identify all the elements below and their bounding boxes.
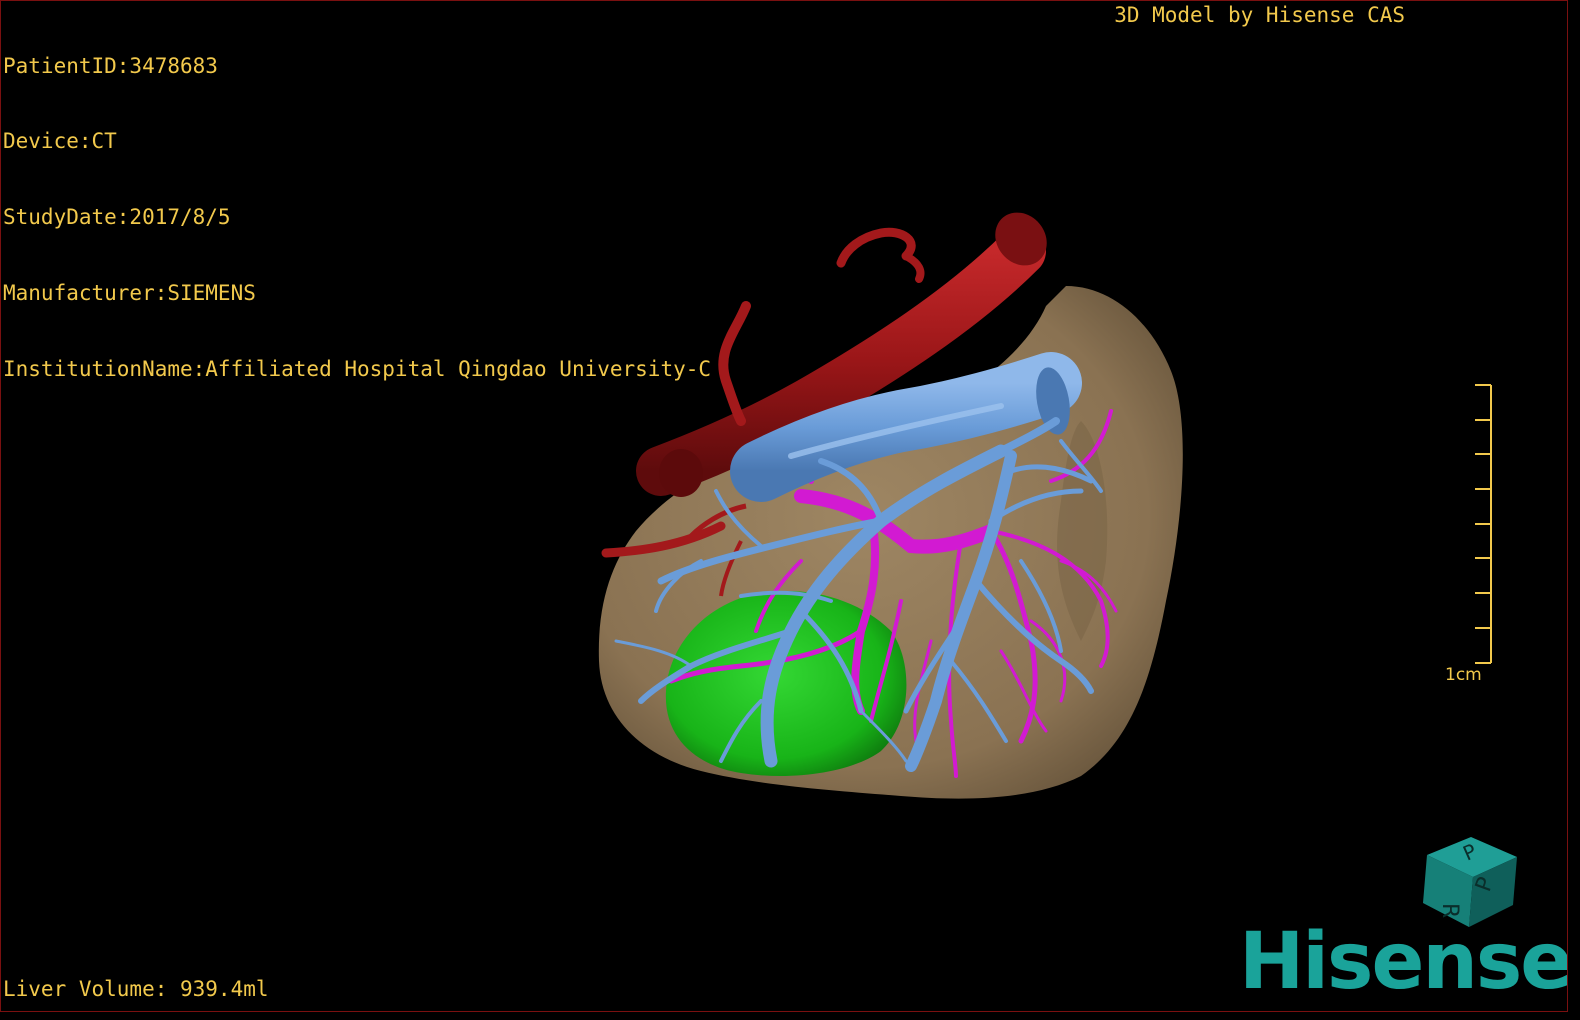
model-title: 3D Model by Hisense CAS	[1114, 3, 1405, 27]
patient-id: PatientID:3478683	[3, 53, 218, 78]
device: Device:CT	[3, 129, 117, 154]
liver-volume: Liver Volume: 939.4ml	[3, 977, 269, 1001]
dicom-info: PatientID:3478683 Device:CT StudyDate:20…	[3, 3, 711, 433]
study-date: StudyDate:2017/8/5	[3, 205, 231, 230]
cube-letter-left: R	[1437, 903, 1462, 918]
manufacturer: Manufacturer:SIEMENS	[3, 281, 256, 306]
scale-label: 1cm	[1445, 665, 1482, 685]
hisense-logo: Hisense	[1239, 917, 1568, 1007]
3d-viewport[interactable]: PatientID:3478683 Device:CT StudyDate:20…	[0, 0, 1568, 1012]
institution-name: InstitutionName:Affiliated Hospital Qing…	[3, 357, 712, 382]
